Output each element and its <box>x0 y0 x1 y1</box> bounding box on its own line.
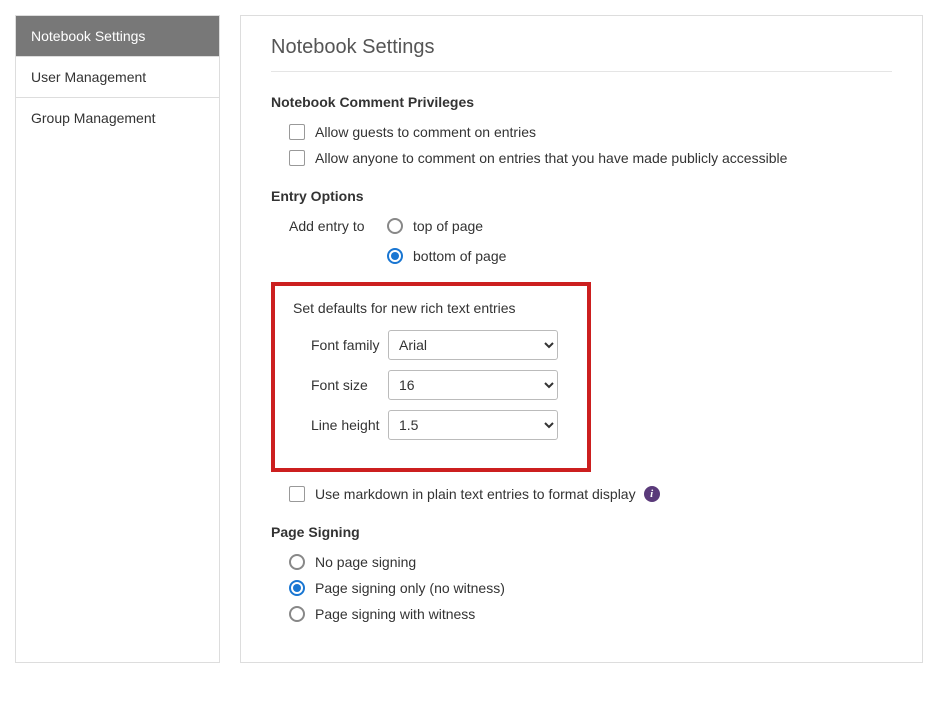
line-height-select[interactable]: 1.5 <box>388 410 558 440</box>
sidebar: Notebook Settings User Management Group … <box>15 15 220 663</box>
allow-anyone-checkbox[interactable] <box>289 150 305 166</box>
sidebar-item-label: User Management <box>31 69 146 85</box>
sidebar-item-label: Group Management <box>31 110 156 126</box>
font-family-label: Font family <box>293 337 388 353</box>
signing-only-radio[interactable] <box>289 580 305 596</box>
signing-none-radio[interactable] <box>289 554 305 570</box>
info-icon[interactable]: i <box>644 486 660 502</box>
allow-anyone-label: Allow anyone to comment on entries that … <box>315 150 787 166</box>
sidebar-item-notebook-settings[interactable]: Notebook Settings <box>16 16 219 57</box>
add-entry-bottom-radio[interactable] <box>387 248 403 264</box>
add-entry-top-radio[interactable] <box>387 218 403 234</box>
section-signing-heading: Page Signing <box>271 524 892 540</box>
use-markdown-label: Use markdown in plain text entries to fo… <box>315 486 636 502</box>
section-privileges-heading: Notebook Comment Privileges <box>271 94 892 110</box>
sidebar-item-label: Notebook Settings <box>31 28 145 44</box>
use-markdown-checkbox[interactable] <box>289 486 305 502</box>
main-panel: Notebook Settings Notebook Comment Privi… <box>240 15 923 663</box>
font-size-select[interactable]: 16 <box>388 370 558 400</box>
line-height-label: Line height <box>293 417 388 433</box>
defaults-heading: Set defaults for new rich text entries <box>293 300 569 316</box>
rich-text-defaults-box: Set defaults for new rich text entries F… <box>271 282 591 472</box>
page-title: Notebook Settings <box>271 36 892 72</box>
section-entry-heading: Entry Options <box>271 188 892 204</box>
signing-only-label: Page signing only (no witness) <box>315 580 505 596</box>
add-entry-top-label: top of page <box>413 218 483 234</box>
font-family-select[interactable]: Arial <box>388 330 558 360</box>
allow-guests-checkbox[interactable] <box>289 124 305 140</box>
add-entry-bottom-label: bottom of page <box>413 248 506 264</box>
font-size-label: Font size <box>293 377 388 393</box>
signing-witness-radio[interactable] <box>289 606 305 622</box>
sidebar-item-user-management[interactable]: User Management <box>16 57 219 98</box>
add-entry-to-label: Add entry to <box>289 218 387 234</box>
sidebar-item-group-management[interactable]: Group Management <box>16 98 219 138</box>
signing-none-label: No page signing <box>315 554 416 570</box>
signing-witness-label: Page signing with witness <box>315 606 475 622</box>
allow-guests-label: Allow guests to comment on entries <box>315 124 536 140</box>
